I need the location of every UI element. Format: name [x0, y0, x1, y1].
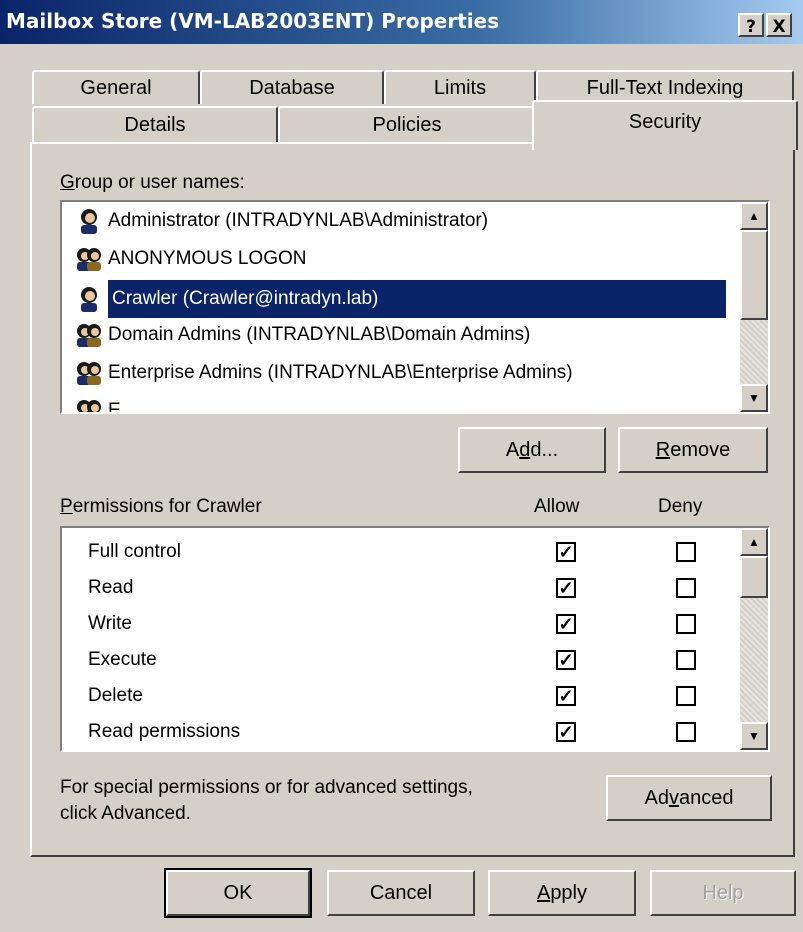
list-item[interactable]: E	[74, 394, 121, 412]
group-icon	[74, 321, 104, 349]
group-list-scrollbar[interactable]: ▲ ▼	[740, 202, 768, 412]
properties-dialog: Mailbox Store (VM-LAB2003ENT) Properties…	[0, 0, 803, 932]
permission-row: Write	[88, 613, 132, 634]
group-icon	[74, 359, 104, 387]
tab-limits[interactable]: Limits	[384, 70, 536, 104]
allow-column-header: Allow	[534, 496, 580, 517]
ok-button[interactable]: OK	[164, 868, 312, 918]
advanced-help-text-line1: For special permissions or for advanced …	[60, 777, 473, 798]
permission-row: Read	[88, 577, 134, 598]
permissions-label: Permissions for Crawler	[60, 496, 262, 517]
group-user-names-label-rest: roup or user names:	[74, 172, 245, 193]
permission-row: Full control	[88, 541, 181, 562]
group-icon	[74, 397, 104, 412]
scroll-thumb[interactable]	[740, 556, 768, 598]
allow-checkbox[interactable]: ✓	[556, 686, 576, 706]
help-button[interactable]: Help	[650, 870, 796, 916]
deny-checkbox[interactable]	[676, 578, 696, 598]
list-item[interactable]: ANONYMOUS LOGON	[74, 242, 306, 276]
deny-checkbox[interactable]	[676, 614, 696, 634]
list-item[interactable]: Domain Admins (INTRADYNLAB\Domain Admins…	[74, 318, 530, 352]
title-bar[interactable]: Mailbox Store (VM-LAB2003ENT) Properties…	[0, 0, 803, 44]
deny-checkbox[interactable]	[676, 686, 696, 706]
scroll-up-icon[interactable]: ▲	[740, 202, 768, 230]
scroll-up-icon[interactable]: ▲	[740, 528, 768, 556]
add-button[interactable]: Add...	[458, 427, 606, 473]
group-user-names-label: Group or user names:	[60, 172, 245, 193]
user-icon	[74, 207, 104, 235]
security-panel: Group or user names: Administrator (INTR…	[30, 142, 795, 857]
advanced-help-text-line2: click Advanced.	[60, 803, 191, 824]
scroll-down-icon[interactable]: ▼	[740, 384, 768, 412]
allow-checkbox[interactable]: ✓	[556, 578, 576, 598]
tab-database[interactable]: Database	[200, 70, 384, 104]
allow-checkbox[interactable]: ✓	[556, 542, 576, 562]
allow-checkbox[interactable]: ✓	[556, 614, 576, 634]
permissions-list[interactable]: Full control ✓ Read ✓ Write ✓ Execute ✓ Delete ✓ R…	[60, 526, 770, 752]
remove-button[interactable]: Remove	[618, 427, 768, 473]
group-icon	[74, 245, 104, 273]
allow-checkbox[interactable]: ✓	[556, 722, 576, 742]
advanced-button[interactable]: Advanced	[606, 775, 772, 821]
apply-button[interactable]: Apply	[488, 870, 636, 916]
group-user-list[interactable]: Administrator (INTRADYNLAB\Administrator…	[60, 200, 770, 414]
cancel-button[interactable]: Cancel	[327, 870, 475, 916]
permission-row: Execute	[88, 649, 157, 670]
tab-full-text-indexing[interactable]: Full-Text Indexing	[536, 70, 794, 104]
tab-details[interactable]: Details	[32, 106, 278, 142]
deny-checkbox[interactable]	[676, 722, 696, 742]
deny-column-header: Deny	[658, 496, 703, 517]
tab-general[interactable]: General	[32, 70, 200, 104]
permissions-scrollbar[interactable]: ▲ ▼	[740, 528, 768, 750]
user-icon	[74, 285, 104, 313]
deny-checkbox[interactable]	[676, 542, 696, 562]
close-title-button[interactable]: X	[766, 13, 792, 37]
allow-checkbox[interactable]: ✓	[556, 650, 576, 670]
help-title-button[interactable]: ?	[738, 13, 764, 37]
tab-security[interactable]: Security	[532, 100, 798, 150]
permission-row: Delete	[88, 685, 143, 706]
permission-row: Read permissions	[88, 721, 241, 742]
scroll-thumb[interactable]	[740, 230, 768, 320]
tab-policies[interactable]: Policies	[278, 106, 536, 142]
list-item[interactable]: Enterprise Admins (INTRADYNLAB\Enterpris…	[74, 356, 573, 390]
list-item[interactable]: Administrator (INTRADYNLAB\Administrator…	[74, 204, 488, 238]
list-item-selected[interactable]: Crawler (Crawler@intradyn.lab)	[74, 279, 727, 319]
deny-checkbox[interactable]	[676, 650, 696, 670]
window-title: Mailbox Store (VM-LAB2003ENT) Properties	[6, 9, 500, 33]
scroll-down-icon[interactable]: ▼	[740, 722, 768, 750]
